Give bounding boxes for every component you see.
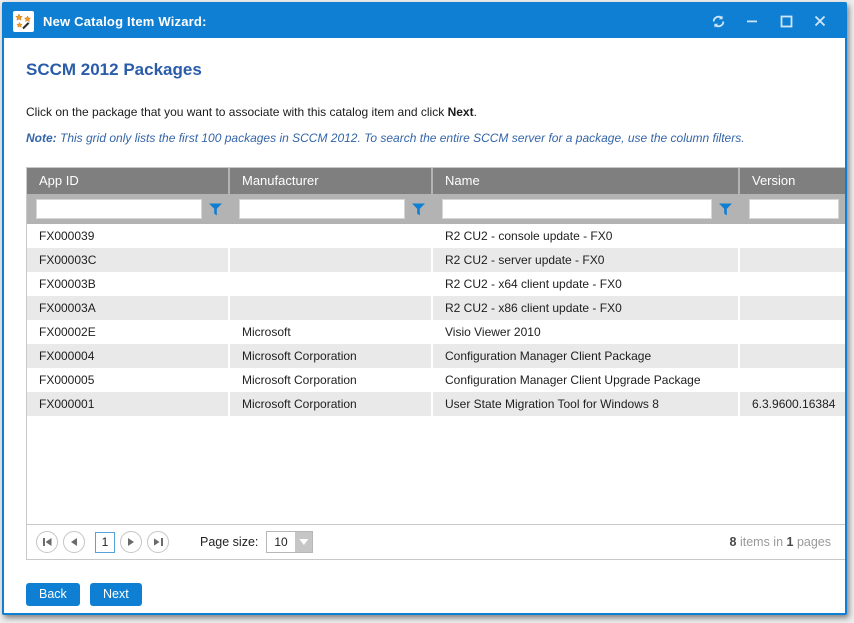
filter-input[interactable] [442,199,712,219]
table-cell: R2 CU2 - server update - FX0 [433,248,740,272]
table-cell [230,296,433,320]
grid-header-row: App IDManufacturerNameVersion [27,168,845,194]
next-page-icon[interactable] [120,531,142,553]
table-cell [740,320,845,344]
title-bar: New Catalog Item Wizard: [4,4,845,38]
instruction-suffix: . [474,105,477,119]
table-cell: R2 CU2 - console update - FX0 [433,224,740,248]
pager-bar: 1 Page size: 10 8 items in 1 pages [27,524,845,559]
table-cell: Visio Viewer 2010 [433,320,740,344]
filter-input[interactable] [36,199,202,219]
last-page-icon[interactable] [147,531,169,553]
table-cell: Microsoft [230,320,433,344]
grid-filter-row [27,194,845,224]
table-row[interactable]: FX000001Microsoft CorporationUser State … [27,392,845,416]
table-cell: Microsoft Corporation [230,368,433,392]
grid-body: FX000039R2 CU2 - console update - FX0FX0… [27,224,845,416]
table-row[interactable]: FX00003A R2 CU2 - x86 client update - FX0 [27,296,845,320]
packages-grid: App IDManufacturerNameVersion FX000039 R2… [26,167,845,560]
table-cell: FX000001 [27,392,230,416]
table-cell [230,224,433,248]
filter-input[interactable] [239,199,405,219]
items-in-text: items in [737,535,787,549]
note-label: Note: [26,131,57,145]
page-size-dropdown[interactable]: 10 [266,531,313,553]
column-header[interactable]: App ID [27,168,230,194]
maximize-icon[interactable] [773,9,799,33]
items-count: 8 [730,535,737,549]
note-text: Note: This grid only lists the first 100… [26,131,745,145]
pages-text: pages [793,535,831,549]
funnel-icon[interactable] [209,203,222,216]
table-cell: Configuration Manager Client Upgrade Pac… [433,368,740,392]
table-cell: User State Migration Tool for Windows 8 [433,392,740,416]
refresh-icon[interactable] [705,9,731,33]
instruction-text: Click on the package that you want to as… [26,105,477,119]
funnel-icon[interactable] [412,203,425,216]
close-icon[interactable] [807,9,833,33]
table-cell: FX000004 [27,344,230,368]
instruction-prefix: Click on the package that you want to as… [26,105,448,119]
wizard-dialog: New Catalog Item Wizard: SCCM 2012 Packa… [2,2,847,615]
table-row[interactable]: FX00003B R2 CU2 - x64 client update - FX0 [27,272,845,296]
table-cell [740,296,845,320]
table-cell: FX00002E [27,320,230,344]
column-header[interactable]: Name [433,168,740,194]
filter-cell [433,199,740,219]
table-cell: 6.3.9600.16384 [740,392,845,416]
table-cell: Configuration Manager Client Package [433,344,740,368]
table-cell: Microsoft Corporation [230,344,433,368]
table-cell: R2 CU2 - x64 client update - FX0 [433,272,740,296]
minimize-icon[interactable] [739,9,765,33]
table-row[interactable]: FX000039 R2 CU2 - console update - FX0 [27,224,845,248]
table-cell: FX00003C [27,248,230,272]
page-size-value: 10 [267,532,295,552]
current-page-number[interactable]: 1 [95,532,115,553]
page-size-label: Page size: [200,535,258,549]
page-title: SCCM 2012 Packages [26,60,202,80]
filter-cell [740,199,845,219]
table-cell [230,272,433,296]
table-cell: FX00003B [27,272,230,296]
table-cell: FX000005 [27,368,230,392]
column-header[interactable]: Version [740,168,845,194]
items-count-text: 8 items in 1 pages [730,535,833,549]
table-cell [740,224,845,248]
filter-cell [27,199,230,219]
table-cell [740,344,845,368]
table-cell [740,368,845,392]
note-body: This grid only lists the first 100 packa… [57,131,745,145]
grid-empty-area [27,416,845,524]
column-header[interactable]: Manufacturer [230,168,433,194]
table-row[interactable]: FX00003C R2 CU2 - server update - FX0 [27,248,845,272]
table-cell [740,272,845,296]
table-row[interactable]: FX000005Microsoft CorporationConfigurati… [27,368,845,392]
table-cell [740,248,845,272]
next-button[interactable]: Next [90,583,142,606]
filter-cell [230,199,433,219]
instruction-next-word: Next [448,105,474,119]
filter-input[interactable] [749,199,839,219]
table-row[interactable]: FX00002EMicrosoftVisio Viewer 2010 [27,320,845,344]
table-cell: FX00003A [27,296,230,320]
previous-page-icon[interactable] [63,531,85,553]
table-cell: R2 CU2 - x86 client update - FX0 [433,296,740,320]
window-title: New Catalog Item Wizard: [43,14,697,29]
table-cell: Microsoft Corporation [230,392,433,416]
first-page-icon[interactable] [36,531,58,553]
back-button[interactable]: Back [26,583,80,606]
funnel-icon[interactable] [719,203,732,216]
table-row[interactable]: FX000004Microsoft CorporationConfigurati… [27,344,845,368]
table-cell [230,248,433,272]
chevron-down-icon[interactable] [295,532,312,552]
wizard-stars-icon [13,11,34,32]
table-cell: FX000039 [27,224,230,248]
